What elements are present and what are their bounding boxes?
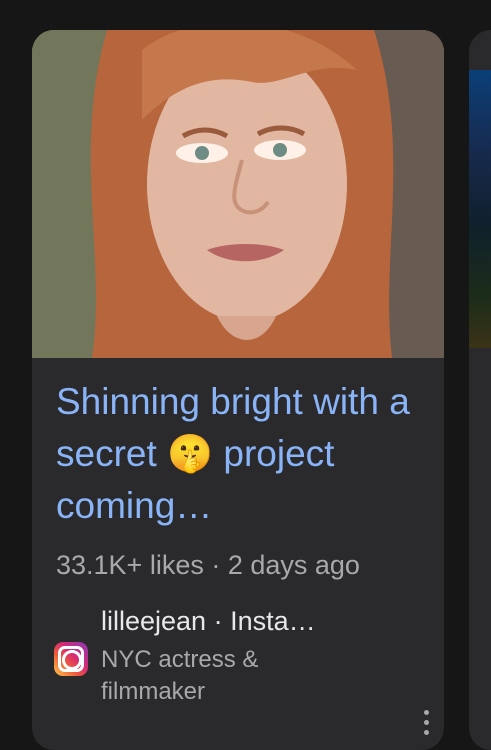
more-options-button[interactable]: [414, 702, 438, 742]
source-description: NYC actress & filmmaker: [101, 646, 259, 705]
more-options-dot: [423, 719, 429, 725]
next-card-preview[interactable]: [469, 30, 491, 750]
source-name[interactable]: lilleejean · Insta…: [101, 606, 316, 637]
more-options-dot: [423, 709, 429, 715]
card-meta: 33.1K+ likes · 2 days ago: [56, 550, 360, 580]
next-card-thumbnail[interactable]: [469, 70, 491, 348]
card-title[interactable]: Shinning bright with a secret 🤫 project …: [56, 376, 416, 532]
card-thumbnail-image[interactable]: [32, 30, 444, 358]
discover-card[interactable]: Shinning bright with a secret 🤫 project …: [32, 30, 444, 750]
instagram-icon: [54, 642, 88, 676]
more-options-dot: [423, 729, 429, 735]
